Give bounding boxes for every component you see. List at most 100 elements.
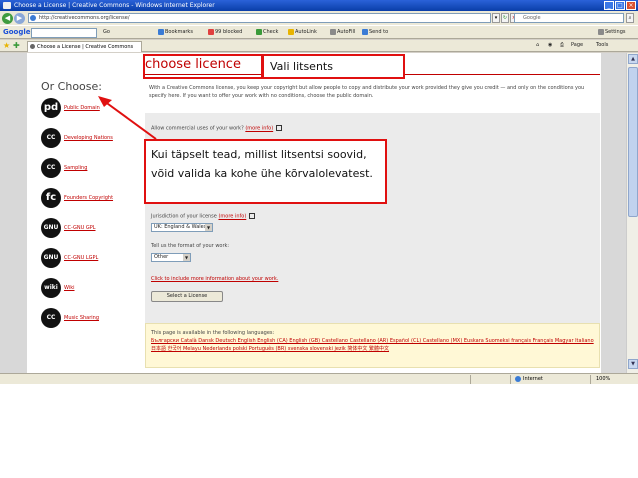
address-row: ◀ ▶ http://creativecommons.org/license/ … (0, 11, 638, 25)
chevron-down-icon: ▼ (183, 254, 190, 261)
tools-menu-label: Tools (596, 42, 609, 48)
jurisdiction-more-info-link[interactable]: (more info) (218, 214, 246, 220)
license-label: Developing Nations (64, 135, 113, 141)
status-divider (590, 375, 591, 384)
sendto-button[interactable]: Send to (362, 26, 388, 39)
license-label: Public Domain (64, 105, 100, 111)
page-menu[interactable]: Page (571, 40, 583, 51)
select-license-button[interactable]: Select a License (151, 291, 223, 302)
refresh-button[interactable]: ↻ (501, 13, 509, 23)
format-selected-value: Other (154, 254, 169, 260)
cc-tab-icon (30, 44, 35, 49)
page-icon (30, 15, 36, 21)
license-sampling[interactable]: CC Sampling (41, 157, 87, 179)
scroll-up-icon[interactable]: ▲ (628, 54, 638, 64)
zone-label: Internet (523, 376, 543, 382)
gnu-icon: GNU (41, 218, 61, 238)
wrench-icon (598, 28, 604, 35)
scroll-down-icon[interactable]: ▼ (628, 359, 638, 369)
gnu-icon: GNU (41, 248, 61, 268)
jurisdiction-question-text: Jurisdiction of your license (151, 213, 217, 220)
license-public-domain[interactable]: pd Public Domain (41, 97, 100, 119)
sampling-icon: CC (41, 158, 61, 178)
vertical-scrollbar[interactable]: ▲ ▼ (626, 53, 638, 373)
jurisdiction-selected-value: UK: England & Wales (154, 224, 207, 230)
license-label: Music Sharing (64, 315, 100, 321)
favorites-star-icon[interactable]: ★ (3, 40, 10, 51)
more-info-link[interactable]: Click to include more information about … (151, 276, 278, 282)
autofill-button[interactable]: AutoFill (330, 26, 355, 39)
star-icon (158, 28, 164, 35)
minimize-button[interactable]: _ (604, 1, 614, 10)
ie-search-box[interactable]: Google (514, 13, 624, 23)
license-music-sharing[interactable]: CC Music Sharing (41, 307, 99, 329)
block-icon (208, 28, 214, 35)
main-callout: Kui täpselt tead, millist litsentsi soov… (144, 139, 387, 204)
chevron-down-icon: ▼ (205, 224, 212, 231)
autofill-icon (330, 28, 336, 35)
license-wiki[interactable]: wiki Wiki (41, 277, 75, 299)
fc-icon: fc (41, 188, 61, 208)
google-go-button[interactable]: Go (103, 26, 110, 39)
settings-button[interactable]: Settings (598, 26, 626, 39)
search-go-button[interactable]: ⌕ (626, 13, 634, 23)
sendto-label: Send to (369, 29, 389, 35)
autolink-button[interactable]: AutoLink (288, 26, 317, 39)
jurisdiction-select[interactable]: UK: England & Wales ▼ (151, 223, 213, 232)
address-bar[interactable]: http://creativecommons.org/license/ (28, 13, 491, 23)
check-icon (256, 28, 262, 35)
developing-nations-icon: CC (41, 128, 61, 148)
feeds-icon[interactable]: ◉ (548, 40, 552, 51)
page-menu-label: Page (571, 42, 584, 48)
wiki-icon: wiki (41, 278, 61, 298)
license-cc-gnu-gpl[interactable]: GNU CC-GNU GPL (41, 217, 96, 239)
forward-button[interactable]: ▶ (14, 13, 25, 24)
pd-icon: pd (41, 98, 61, 118)
google-search-input[interactable] (31, 28, 97, 38)
autolink-label: AutoLink (295, 29, 317, 35)
status-divider (510, 375, 511, 384)
commercial-question-text: Allow commercial uses of your work? (151, 125, 244, 132)
maximize-button[interactable]: □ (615, 1, 625, 10)
tools-menu[interactable]: Tools (596, 40, 608, 51)
address-dropdown-button[interactable]: ▾ (492, 13, 500, 23)
close-button[interactable]: × (626, 1, 636, 10)
license-founders-copyright[interactable]: fc Founders Copyright (41, 187, 113, 209)
tab-title: Choose a License | Creative Commons (37, 44, 134, 50)
blocked-label: 99 blocked (215, 29, 243, 35)
home-icon[interactable]: ⌂ (536, 40, 539, 51)
status-divider (470, 375, 471, 384)
zoom-level[interactable]: 100% (596, 374, 610, 384)
license-developing-nations[interactable]: CC Developing Nations (41, 127, 113, 149)
commercial-question: Allow commercial uses of your work? (mor… (151, 125, 282, 132)
language-box: This page is available in the following … (145, 323, 600, 368)
autofill-label: AutoFill (337, 29, 356, 35)
status-bar: Internet 100% (0, 373, 638, 384)
scroll-thumb[interactable] (628, 67, 638, 217)
language-intro: This page is available in the following … (151, 330, 275, 336)
print-icon[interactable]: ⎙ (560, 40, 564, 51)
intro-text: With a Creative Commons license, you kee… (149, 85, 585, 99)
license-cc-gnu-lgpl[interactable]: GNU CC-GNU LGPL (41, 247, 98, 269)
language-links[interactable]: Български Català Dansk Deutsch English E… (151, 337, 594, 353)
tab-active[interactable]: Choose a License | Creative Commons (27, 41, 142, 52)
bookmarks-button[interactable]: Bookmarks (158, 26, 193, 39)
google-toolbar: Google Go Bookmarks 99 blocked Check Aut… (0, 25, 638, 39)
heading-highlight-box (143, 54, 263, 79)
jurisdiction-question: Jurisdiction of your license (more info) (151, 213, 255, 220)
check-label: Check (263, 29, 279, 35)
format-select[interactable]: Other ▼ (151, 253, 191, 262)
commercial-more-info-link[interactable]: (more info) (245, 126, 273, 132)
top-callout: Vali litsents (262, 54, 405, 79)
help-icon[interactable] (248, 213, 255, 219)
check-button[interactable]: Check (256, 26, 278, 39)
content-area: Or Choose: pd Public Domain CC Developin… (0, 53, 638, 373)
bookmarks-label: Bookmarks (165, 29, 193, 35)
help-icon[interactable] (275, 125, 282, 131)
or-choose-title: Or Choose: (41, 80, 102, 93)
ie-icon (3, 2, 11, 9)
popup-blocker[interactable]: 99 blocked (208, 26, 242, 39)
add-favorites-icon[interactable]: ✚ (13, 40, 20, 51)
format-question: Tell us the format of your work: (151, 243, 230, 249)
back-button[interactable]: ◀ (2, 13, 13, 24)
